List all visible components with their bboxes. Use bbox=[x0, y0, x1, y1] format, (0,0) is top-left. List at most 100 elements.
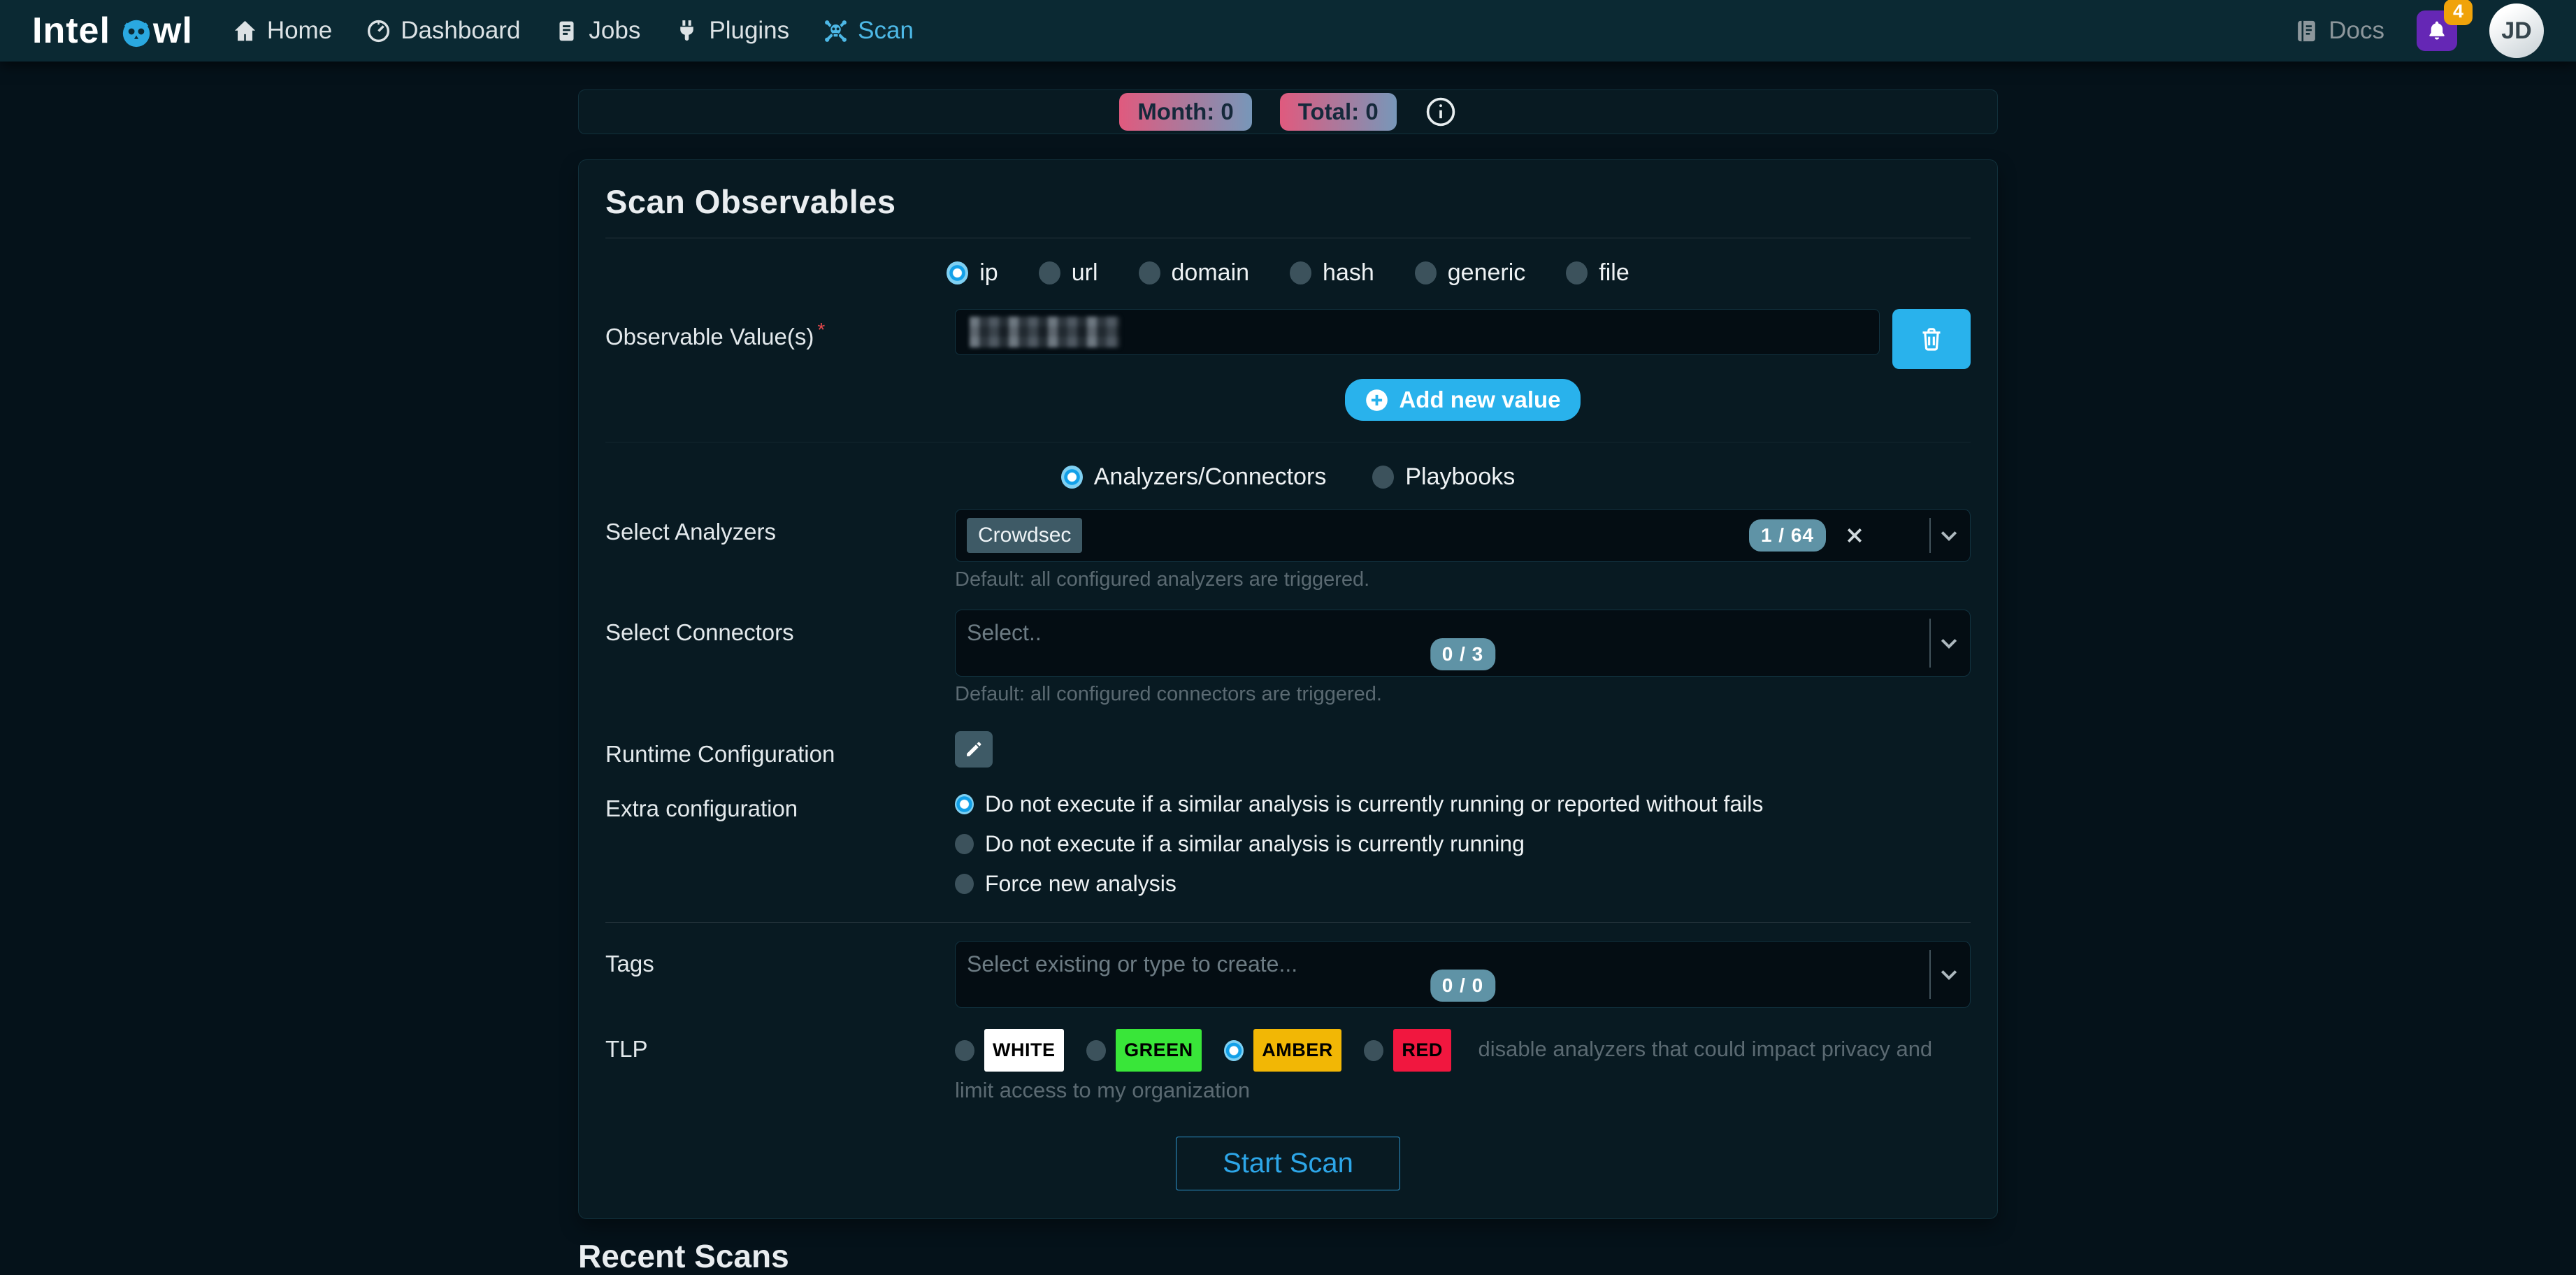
nav-item-label: Jobs bbox=[589, 17, 640, 45]
tags-label: Tags bbox=[605, 941, 955, 1008]
radio-tlp-amber[interactable] bbox=[1224, 1040, 1244, 1061]
nav-item-jobs[interactable]: Jobs bbox=[554, 17, 640, 45]
dashboard-icon bbox=[366, 18, 391, 44]
runtime-configuration-label: Runtime Configuration bbox=[605, 731, 955, 768]
plus-circle-icon bbox=[1365, 388, 1389, 412]
bell-icon bbox=[2426, 20, 2448, 42]
scan-skull-icon bbox=[823, 18, 849, 44]
notifications-button[interactable]: 4 bbox=[2417, 10, 2457, 51]
nav-item-docs[interactable]: Docs bbox=[2294, 17, 2384, 45]
jobs-icon bbox=[554, 18, 580, 44]
nav-item-dashboard[interactable]: Dashboard bbox=[366, 17, 520, 45]
radio-label: Force new analysis bbox=[985, 871, 1177, 897]
nav-item-label: Home bbox=[267, 17, 332, 45]
extra-configuration-options: Do not execute if a similar analysis is … bbox=[955, 786, 1971, 897]
delete-value-button[interactable] bbox=[1892, 309, 1971, 369]
tlp-option-white[interactable]: WHITE bbox=[955, 1029, 1064, 1072]
owl-icon bbox=[120, 16, 152, 48]
nav-item-label: Docs bbox=[2329, 17, 2384, 45]
radio-analyzers-connectors[interactable] bbox=[1061, 466, 1083, 489]
selected-analyzer-chip[interactable]: Crowdsec bbox=[967, 518, 1082, 553]
tlp-row: TLP WHITE GREEN AMBER RED disable analyz… bbox=[605, 1026, 1971, 1110]
observable-value-input[interactable] bbox=[955, 309, 1880, 355]
nav-item-scan[interactable]: Scan bbox=[823, 17, 914, 45]
select-connectors-label: Select Connectors bbox=[605, 610, 955, 706]
select-analyzers-control: Crowdsec 1 / 64 Default: all configured … bbox=[955, 509, 1971, 591]
nav-links: Home Dashboard Jobs Plugins Scan bbox=[232, 17, 914, 45]
extra-option-no-exec-without-fails[interactable]: Do not execute if a similar analysis is … bbox=[955, 791, 1971, 817]
observable-type-file[interactable]: file bbox=[1566, 259, 1629, 287]
add-new-value-button[interactable]: Add new value bbox=[1345, 379, 1580, 421]
radio-label: generic bbox=[1448, 259, 1526, 287]
edit-runtime-config-button[interactable] bbox=[955, 731, 993, 768]
mode-playbooks[interactable]: Playbooks bbox=[1372, 463, 1515, 491]
total-count-badge: Total: 0 bbox=[1280, 93, 1397, 131]
nav-item-plugins[interactable]: Plugins bbox=[674, 17, 789, 45]
submit-row: Start Scan bbox=[605, 1137, 1971, 1190]
brand-text-wl: wl bbox=[153, 10, 193, 52]
trash-icon bbox=[1917, 325, 1945, 353]
radio-file[interactable] bbox=[1566, 261, 1588, 284]
extra-option-no-exec-running[interactable]: Do not execute if a similar analysis is … bbox=[955, 831, 1971, 857]
radio-tlp-red[interactable] bbox=[1364, 1040, 1383, 1061]
tags-multiselect[interactable]: Select existing or type to create... 0 /… bbox=[955, 941, 1971, 1008]
radio-generic[interactable] bbox=[1415, 261, 1437, 284]
radio-url[interactable] bbox=[1039, 261, 1060, 284]
radio-hash[interactable] bbox=[1290, 261, 1311, 284]
tlp-option-amber[interactable]: AMBER bbox=[1224, 1029, 1341, 1072]
radio-domain[interactable] bbox=[1139, 261, 1160, 284]
add-new-value-label: Add new value bbox=[1399, 387, 1560, 413]
analyzers-helper-text: Default: all configured analyzers are tr… bbox=[955, 568, 1971, 591]
observable-type-domain[interactable]: domain bbox=[1139, 259, 1250, 287]
select-separator bbox=[1929, 518, 1931, 553]
observable-type-url[interactable]: url bbox=[1039, 259, 1098, 287]
scan-observables-card: Scan Observables ip url domain hash gene… bbox=[578, 159, 1998, 1219]
nav-item-label: Dashboard bbox=[401, 17, 520, 45]
tlp-green-chip: GREEN bbox=[1116, 1029, 1202, 1072]
usage-summary-bar: Month: 0 Total: 0 bbox=[578, 89, 1998, 134]
tags-control: Select existing or type to create... 0 /… bbox=[955, 941, 1971, 1008]
radio-force-new[interactable] bbox=[955, 874, 974, 894]
tlp-option-green[interactable]: GREEN bbox=[1086, 1029, 1202, 1072]
radio-playbooks[interactable] bbox=[1372, 466, 1394, 489]
nav-item-label: Scan bbox=[858, 17, 914, 45]
radio-ip[interactable] bbox=[947, 261, 968, 284]
start-scan-button[interactable]: Start Scan bbox=[1176, 1137, 1400, 1190]
tlp-amber-chip: AMBER bbox=[1253, 1029, 1341, 1072]
tlp-option-red[interactable]: RED bbox=[1364, 1029, 1451, 1072]
radio-tlp-white[interactable] bbox=[955, 1040, 974, 1061]
observable-type-hash[interactable]: hash bbox=[1290, 259, 1374, 287]
label-text: Observable Value(s) bbox=[605, 324, 814, 350]
extra-configuration-row: Extra configuration Do not execute if a … bbox=[605, 786, 1971, 897]
radio-no-exec-running[interactable] bbox=[955, 834, 974, 854]
info-icon[interactable] bbox=[1425, 96, 1457, 128]
radio-label: url bbox=[1072, 259, 1098, 287]
extra-option-force-new[interactable]: Force new analysis bbox=[955, 871, 1971, 897]
radio-label: domain bbox=[1172, 259, 1250, 287]
radio-label: Do not execute if a similar analysis is … bbox=[985, 831, 1525, 857]
chevron-down-icon[interactable] bbox=[1936, 962, 1962, 987]
analyzers-count-badge: 1 / 64 bbox=[1749, 519, 1826, 552]
clear-analyzers-icon[interactable] bbox=[1844, 525, 1865, 546]
intelowl-logo[interactable]: Intel wl bbox=[32, 10, 193, 52]
connectors-multiselect[interactable]: Select.. 0 / 3 bbox=[955, 610, 1971, 677]
radio-label: hash bbox=[1323, 259, 1374, 287]
connectors-helper-text: Default: all configured connectors are t… bbox=[955, 683, 1971, 706]
docs-icon bbox=[2294, 18, 2319, 44]
select-analyzers-label: Select Analyzers bbox=[605, 509, 955, 591]
user-avatar[interactable]: JD bbox=[2489, 3, 2544, 58]
mode-analyzers-connectors[interactable]: Analyzers/Connectors bbox=[1061, 463, 1327, 491]
observable-values-control: Add new value bbox=[955, 309, 1971, 421]
radio-no-exec-without-fails[interactable] bbox=[955, 794, 974, 814]
observable-type-ip[interactable]: ip bbox=[947, 259, 998, 287]
chevron-down-icon[interactable] bbox=[1936, 631, 1962, 656]
chevron-down-icon[interactable] bbox=[1936, 523, 1962, 548]
pencil-icon bbox=[964, 740, 984, 759]
radio-tlp-green[interactable] bbox=[1086, 1040, 1106, 1061]
observable-values-label: Observable Value(s)* bbox=[605, 309, 955, 421]
tlp-options: WHITE GREEN AMBER RED disable analyzers … bbox=[955, 1026, 1971, 1110]
observable-type-generic[interactable]: generic bbox=[1415, 259, 1526, 287]
plugins-icon bbox=[674, 18, 700, 44]
analyzers-multiselect[interactable]: Crowdsec 1 / 64 bbox=[955, 509, 1971, 562]
nav-item-home[interactable]: Home bbox=[232, 17, 332, 45]
